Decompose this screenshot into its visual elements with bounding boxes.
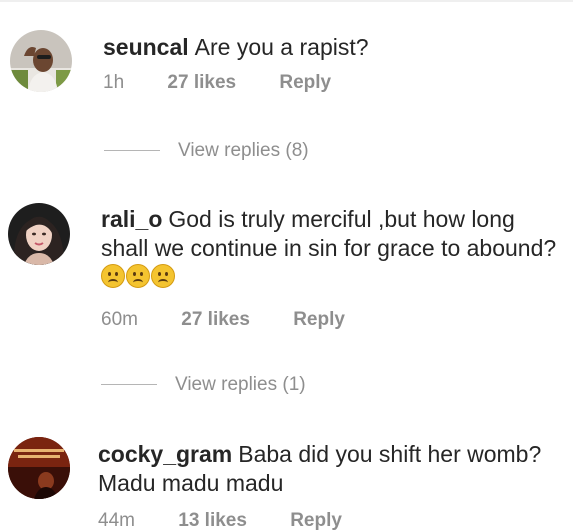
comment-text: Are you a rapist? [194,34,369,60]
view-replies-button[interactable]: View replies (1) [101,374,306,396]
frowning-face-icon [126,264,150,288]
comment-likes[interactable]: 13 likes [178,510,247,531]
frowning-face-icon [101,264,125,288]
comment-time: 44m [98,510,135,531]
comment-meta: 1h 27 likes Reply [103,72,331,94]
avatar-seuncal-image [10,30,72,92]
comment-body: cocky_gram Baba did you shift her womb? M… [98,440,558,498]
avatar-rali-o[interactable] [8,203,70,265]
avatar-seuncal[interactable] [10,30,72,92]
avatar-rali-o-image [8,203,70,265]
comment-body: rali_o God is truly merciful ,but how lon… [101,205,561,292]
comment-username[interactable]: seuncal [103,34,189,60]
comment-likes[interactable]: 27 likes [167,72,236,93]
view-replies-label: View replies (1) [175,374,306,395]
reply-button[interactable]: Reply [279,72,331,93]
top-divider [0,0,573,2]
reply-button[interactable]: Reply [290,510,342,531]
comment-meta: 44m 13 likes Reply [98,510,342,532]
frowning-face-icon [151,264,175,288]
comment-time: 1h [103,72,125,93]
view-replies-button[interactable]: View replies (8) [104,140,309,162]
comment-time: 60m [101,309,138,330]
comment-body: seuncal Are you a rapist? [103,33,563,62]
replies-divider-line [101,384,157,386]
view-replies-label: View replies (8) [178,140,309,161]
comment-likes[interactable]: 27 likes [181,309,250,330]
comment-text: God is truly merciful ,but how long shal… [101,206,557,261]
comment-username[interactable]: rali_o [101,206,162,232]
avatar-cocky-gram[interactable] [8,437,70,499]
comment-meta: 60m 27 likes Reply [101,309,345,331]
replies-divider-line [104,150,160,152]
reply-button[interactable]: Reply [293,309,345,330]
comment-username[interactable]: cocky_gram [98,441,232,467]
avatar-cocky-gram-image [8,437,70,499]
